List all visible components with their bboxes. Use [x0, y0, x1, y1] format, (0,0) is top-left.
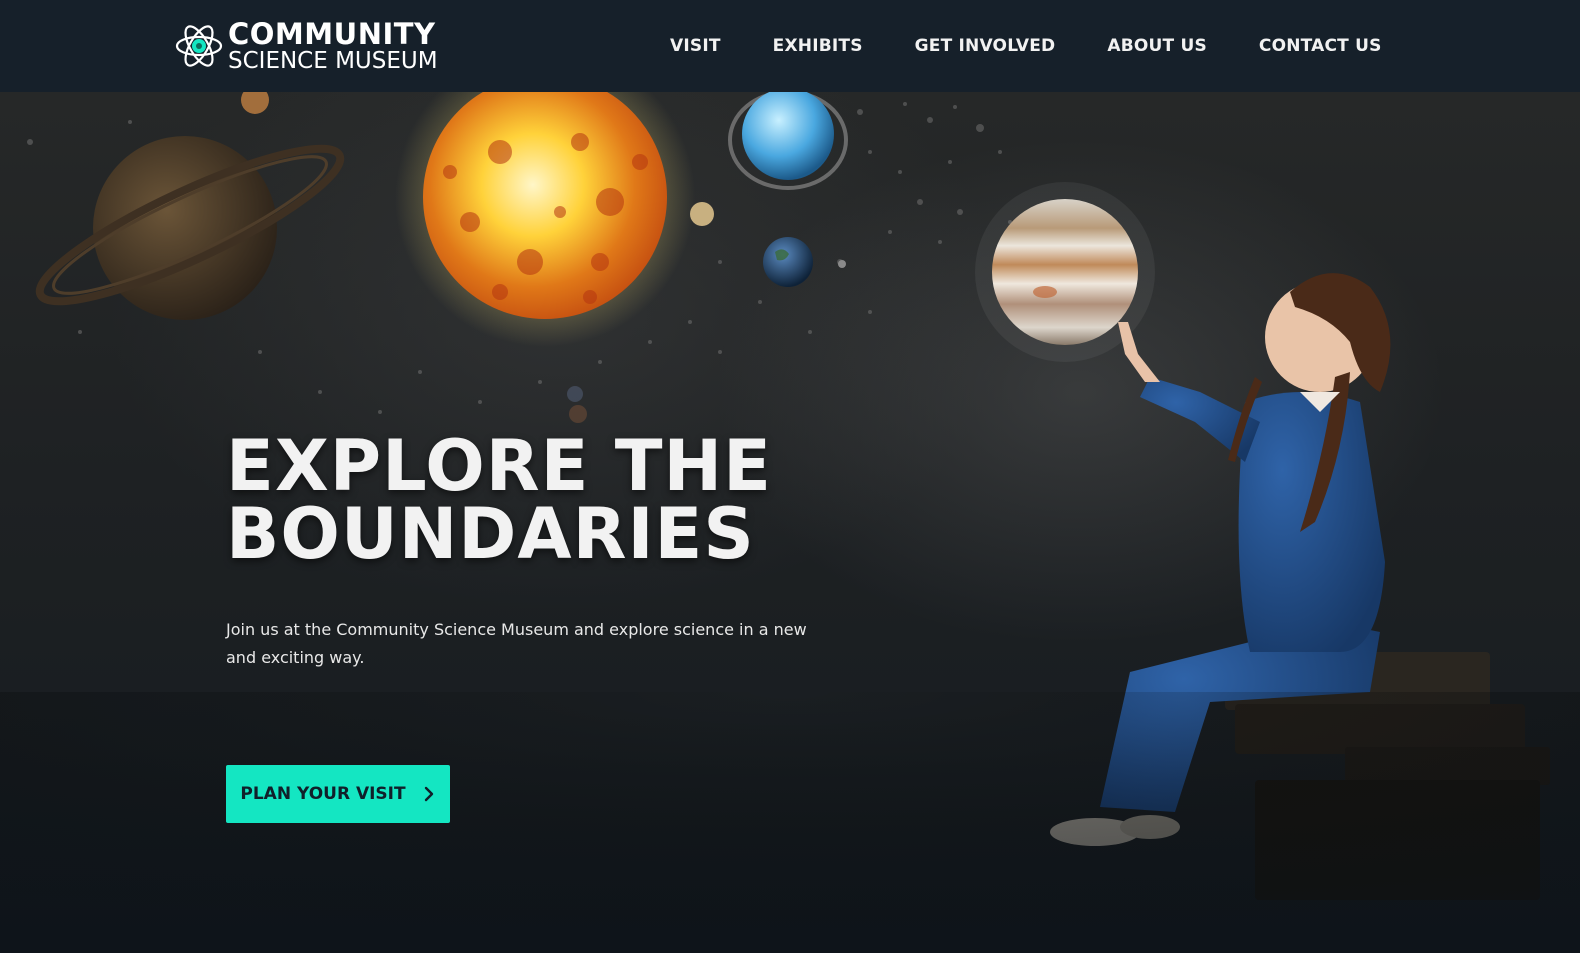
nav-about-us[interactable]: ABOUT US	[1107, 36, 1207, 56]
nav-get-involved[interactable]: GET INVOLVED	[915, 36, 1056, 56]
atom-icon	[175, 25, 223, 67]
nav-exhibits[interactable]: EXHIBITS	[773, 36, 863, 56]
earth-planet	[763, 237, 813, 287]
nav-contact-us[interactable]: CONTACT US	[1259, 36, 1382, 56]
nav-visit[interactable]: VISIT	[670, 36, 721, 56]
site-header: COMMUNITY SCIENCE MUSEUM VISIT EXHIBITS …	[0, 0, 1580, 92]
main-nav: VISIT EXHIBITS GET INVOLVED ABOUT US CON…	[670, 32, 1382, 60]
page: COMMUNITY SCIENCE MUSEUM VISIT EXHIBITS …	[0, 0, 1580, 953]
hero-description: Join us at the Community Science Museum …	[226, 620, 807, 667]
saturn-planet	[35, 136, 345, 320]
uranus-planet	[728, 92, 848, 190]
chevron-right-icon	[424, 786, 433, 802]
sun	[395, 92, 695, 347]
site-logo[interactable]: COMMUNITY SCIENCE MUSEUM	[174, 18, 438, 74]
plan-your-visit-button[interactable]: PLAN YOUR VISIT	[226, 765, 450, 823]
hero-headline: EXPLORE THE BOUNDARIES	[226, 425, 772, 575]
logo-line-science-museum: SCIENCE MUSEUM	[228, 47, 438, 74]
logo-text: COMMUNITY SCIENCE MUSEUM	[228, 16, 438, 74]
venus-planet	[690, 202, 714, 226]
mars-planet	[241, 92, 269, 114]
plan-your-visit-label: PLAN YOUR VISIT	[240, 784, 406, 804]
hero-section: EXPLORE THE BOUNDARIES Join us at the Co…	[0, 92, 1580, 953]
logo-line-community: COMMUNITY	[228, 16, 436, 51]
